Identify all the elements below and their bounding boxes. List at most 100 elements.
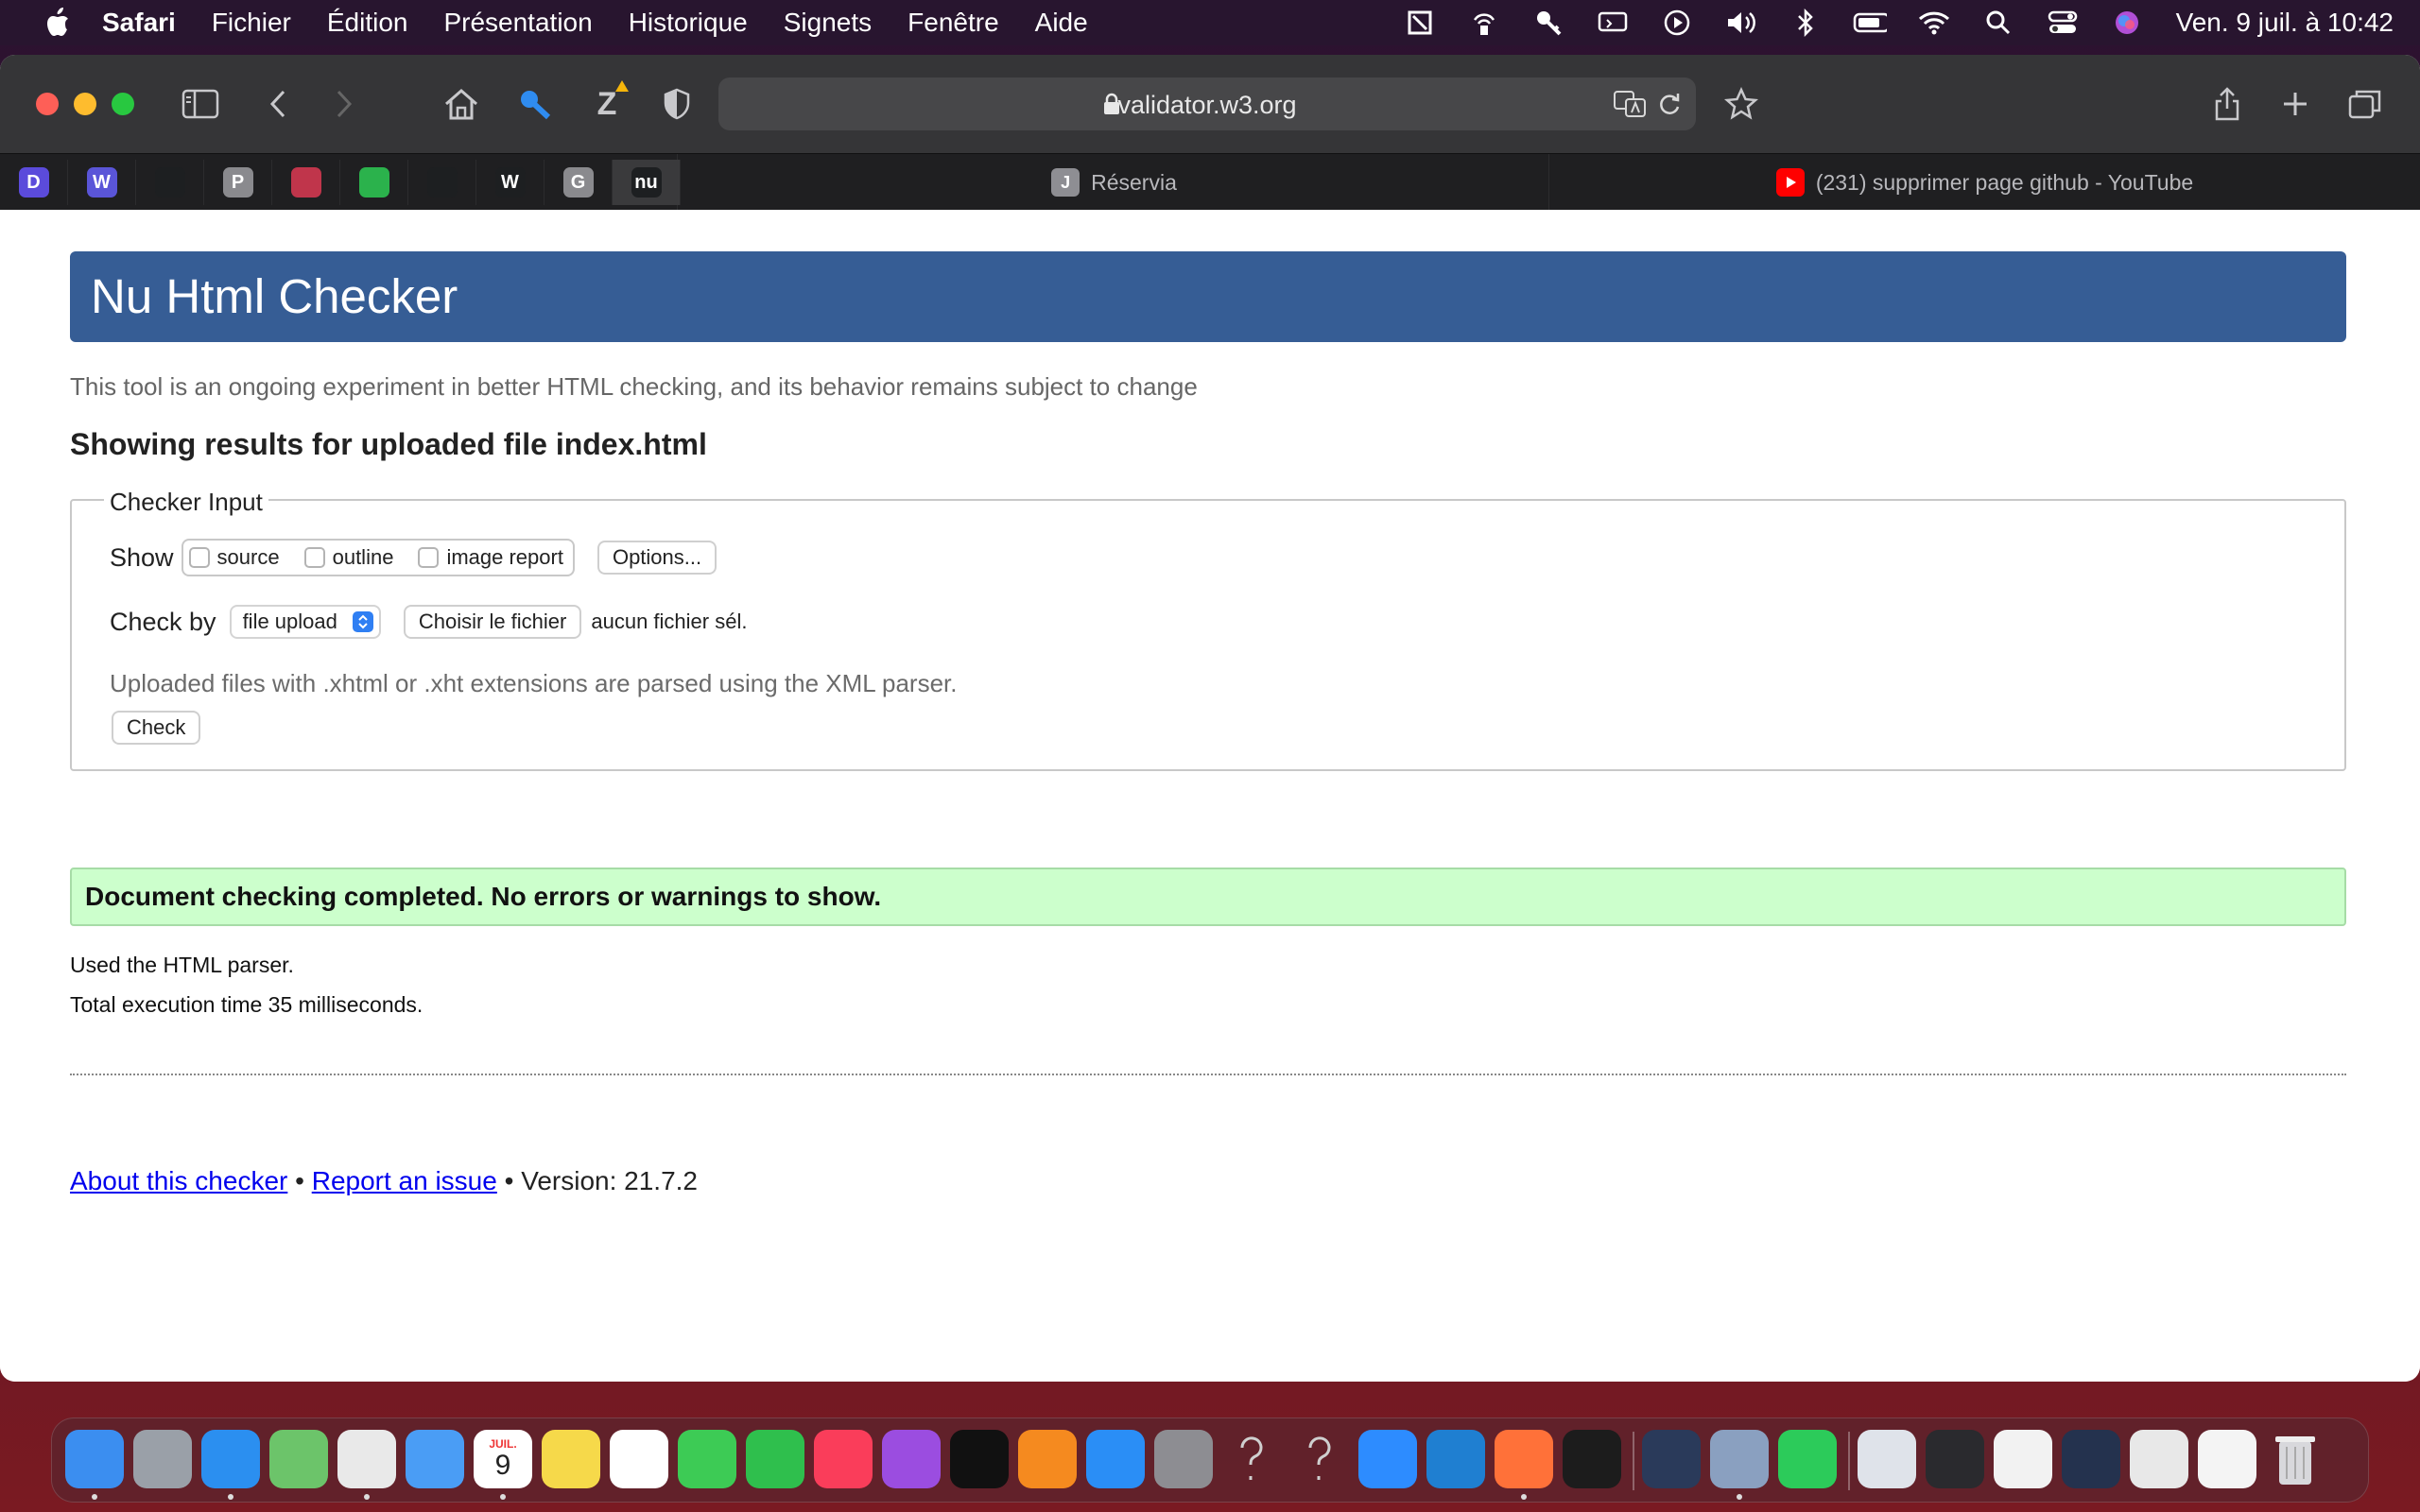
tab-overview-icon[interactable] <box>2344 83 2386 125</box>
quicktime-icon[interactable] <box>1642 1430 1701 1488</box>
calendar-icon[interactable]: JUIL. 9 <box>474 1430 532 1488</box>
clock[interactable]: Ven. 9 juil. à 10:42 <box>2176 8 2394 38</box>
choose-file-button[interactable]: Choisir le fichier <box>403 605 582 639</box>
new-tab-icon[interactable] <box>2274 83 2316 125</box>
dock-separator <box>1848 1432 1850 1490</box>
bitwarden-extension-icon[interactable] <box>514 83 556 125</box>
pinned-tab[interactable] <box>340 160 408 205</box>
share-icon[interactable] <box>2206 83 2248 125</box>
system-preferences-icon[interactable] <box>1154 1430 1213 1488</box>
reminders-icon[interactable] <box>610 1430 668 1488</box>
checkbox-box[interactable] <box>418 547 440 568</box>
report-issue-link[interactable]: Report an issue <box>312 1166 497 1195</box>
apple-icon[interactable] <box>38 4 76 42</box>
unknown-app-icon[interactable] <box>1222 1430 1281 1488</box>
window-thumb-icon[interactable] <box>2062 1430 2120 1488</box>
bookmark-star-icon[interactable] <box>1720 83 1762 125</box>
pinned-tab[interactable]: P <box>204 160 272 205</box>
check-button[interactable]: Check <box>112 711 201 745</box>
minimize-window-button[interactable] <box>74 93 96 115</box>
privacy-shield-icon[interactable] <box>656 83 698 125</box>
siri-icon[interactable] <box>2110 6 2144 40</box>
about-link[interactable]: About this checker <box>70 1166 287 1195</box>
tab-youtube[interactable]: (231) supprimer page github - YouTube <box>1548 154 2420 211</box>
checkbox-box[interactable] <box>303 547 325 568</box>
home-icon[interactable] <box>441 83 482 125</box>
menu-fichier[interactable]: Fichier <box>212 8 291 38</box>
spotlight-search-icon[interactable] <box>1981 6 2015 40</box>
control-center-icon[interactable] <box>2046 6 2080 40</box>
chrome-icon[interactable] <box>337 1430 396 1488</box>
zoom-icon[interactable] <box>1358 1430 1417 1488</box>
reload-icon[interactable] <box>1656 91 1685 119</box>
zoom-window-button[interactable] <box>112 93 134 115</box>
volume-icon[interactable] <box>1724 6 1758 40</box>
pinned-tab[interactable] <box>136 160 204 205</box>
appstore-icon[interactable] <box>1086 1430 1145 1488</box>
menu-edition[interactable]: Édition <box>327 8 408 38</box>
pinned-tab[interactable] <box>408 160 476 205</box>
trash-icon[interactable] <box>2266 1430 2325 1488</box>
options-button[interactable]: Options... <box>596 541 717 575</box>
menu-presentation[interactable]: Présentation <box>443 8 592 38</box>
zotero-extension-icon[interactable]: Z <box>586 80 629 125</box>
messages-icon[interactable] <box>678 1430 736 1488</box>
whatsapp-icon[interactable] <box>1778 1430 1837 1488</box>
close-window-button[interactable] <box>36 93 59 115</box>
window-thumb-icon[interactable] <box>1994 1430 2052 1488</box>
launchpad-icon[interactable] <box>133 1430 192 1488</box>
firefox-icon[interactable] <box>1495 1430 1553 1488</box>
pinned-tab[interactable]: W <box>476 160 544 205</box>
check-by-select[interactable]: file upload <box>229 605 381 639</box>
source-checkbox[interactable]: source <box>188 545 280 570</box>
window-thumb-icon[interactable] <box>2198 1430 2256 1488</box>
pinned-tab[interactable]: D <box>0 160 68 205</box>
safari-icon[interactable] <box>201 1430 260 1488</box>
checkbox-box[interactable] <box>188 547 210 568</box>
mail-icon[interactable] <box>406 1430 464 1488</box>
forward-icon[interactable] <box>323 83 365 125</box>
music-icon[interactable] <box>814 1430 873 1488</box>
sidebar-icon[interactable] <box>180 83 221 125</box>
pinned-tab[interactable]: nu <box>613 160 681 205</box>
menu-aide[interactable]: Aide <box>1035 8 1088 38</box>
airplay-display-icon[interactable] <box>1596 6 1630 40</box>
vscode-icon[interactable] <box>1426 1430 1485 1488</box>
wifi-icon[interactable] <box>1917 6 1951 40</box>
facetime-icon[interactable] <box>746 1430 804 1488</box>
p-icon: P <box>222 167 253 198</box>
pinned-tab[interactable]: W <box>68 160 136 205</box>
podcasts-icon[interactable] <box>882 1430 941 1488</box>
finder-icon[interactable] <box>65 1430 124 1488</box>
battery-icon[interactable] <box>1853 6 1887 40</box>
mirroring-icon[interactable] <box>1403 6 1437 40</box>
menu-safari[interactable]: Safari <box>102 8 176 38</box>
notes-icon[interactable] <box>542 1430 600 1488</box>
menu-signets[interactable]: Signets <box>784 8 872 38</box>
maps-icon[interactable] <box>269 1430 328 1488</box>
image-report-checkbox[interactable]: image report <box>418 545 563 570</box>
back-icon[interactable] <box>257 83 299 125</box>
window-thumb-icon[interactable] <box>2130 1430 2188 1488</box>
play-circle-icon[interactable] <box>1660 6 1694 40</box>
key-icon[interactable] <box>1531 6 1565 40</box>
bluetooth-icon[interactable] <box>1789 6 1823 40</box>
outline-checkbox[interactable]: outline <box>303 545 393 570</box>
menu-historique[interactable]: Historique <box>629 8 748 38</box>
window-thumb-icon[interactable] <box>1926 1430 1984 1488</box>
window-thumb-icon[interactable] <box>1858 1430 1916 1488</box>
address-bar[interactable]: validator.w3.org <box>718 77 1696 130</box>
airdrop-icon[interactable] <box>1467 6 1501 40</box>
translate-icon[interactable] <box>1613 89 1646 119</box>
url-text[interactable]: validator.w3.org <box>718 91 1696 120</box>
menu-fenetre[interactable]: Fenêtre <box>908 8 999 38</box>
pinned-tab[interactable] <box>272 160 340 205</box>
preview-icon[interactable] <box>1710 1430 1769 1488</box>
appletv-icon[interactable] <box>950 1430 1009 1488</box>
unknown-app-icon[interactable] <box>1290 1430 1349 1488</box>
terminal-icon[interactable] <box>1563 1430 1621 1488</box>
books-icon[interactable] <box>1018 1430 1077 1488</box>
tab-reservia[interactable]: J Réservia <box>677 154 1550 211</box>
pinned-tab[interactable]: G <box>544 160 613 205</box>
w3-icon: W <box>494 167 526 198</box>
